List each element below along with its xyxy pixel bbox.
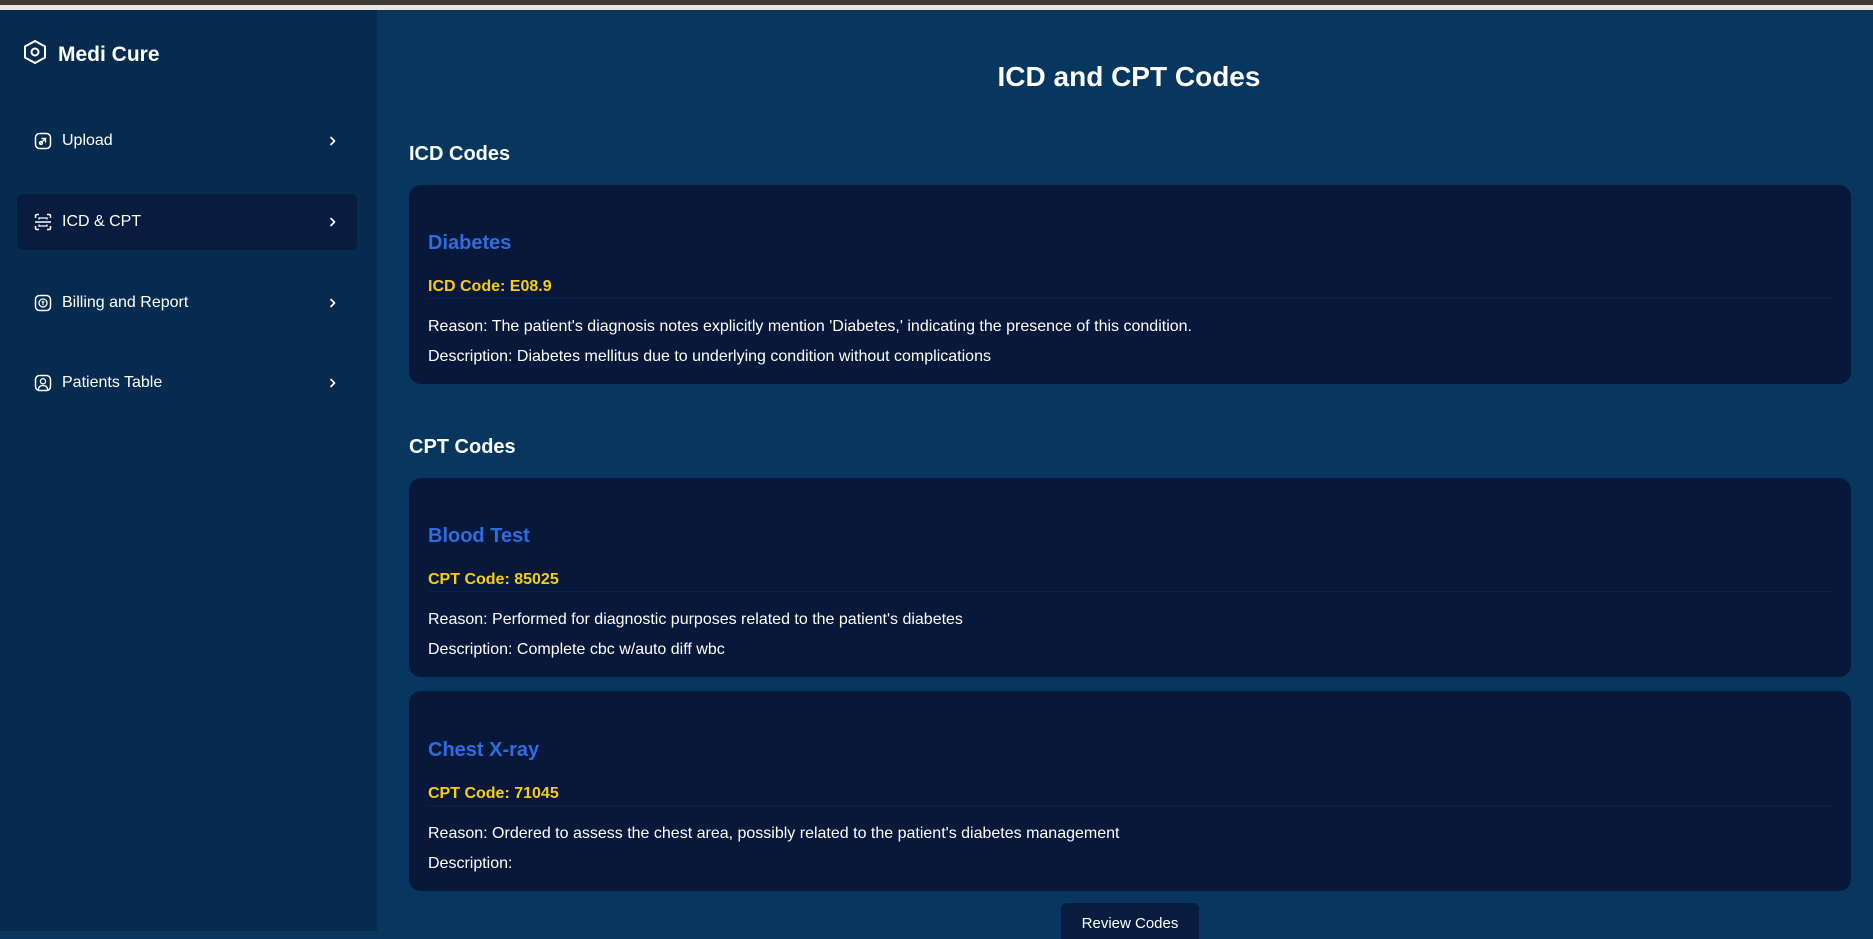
card-reason: Reason: Ordered to assess the chest area… [428, 825, 1120, 842]
sidebar-item-icd-cpt[interactable]: ICD & CPT [17, 194, 357, 250]
user-icon [33, 373, 53, 393]
billing-icon [33, 293, 53, 313]
cpt-section-title: CPT Codes [409, 436, 516, 458]
card-description: Description: [428, 855, 513, 872]
cpt-code-card: Chest X-ray CPT Code: 71045 Reason: Orde… [409, 691, 1851, 891]
icd-code-card: Diabetes ICD Code: E08.9 Reason: The pat… [409, 185, 1851, 384]
card-procedure-name: Blood Test [428, 525, 530, 547]
chevron-right-icon [327, 216, 339, 228]
sidebar-item-upload[interactable]: Upload [17, 113, 357, 169]
icd-code-label: ICD Code: E08.9 [428, 278, 552, 295]
page-title: ICD and CPT Codes [997, 61, 1261, 92]
chevron-right-icon [327, 377, 339, 389]
cpt-code-label: CPT Code: 85025 [428, 571, 559, 588]
sidebar-item-label: Billing and Report [62, 294, 189, 311]
chevron-right-icon [327, 297, 339, 309]
sidebar-item-label: Upload [62, 132, 113, 149]
sidebar-item-patients[interactable]: Patients Table [17, 355, 357, 411]
app-name: Medi Cure [58, 42, 160, 66]
sidebar: Medi Cure Upload ICD & CPT Billing and R… [0, 10, 377, 931]
sidebar-item-billing[interactable]: Billing and Report [17, 275, 357, 331]
card-reason: Reason: The patient's diagnosis notes ex… [428, 318, 1192, 335]
sidebar-item-label: ICD & CPT [62, 213, 142, 230]
card-description: Description: Complete cbc w/auto diff wb… [428, 641, 725, 658]
card-divider [428, 591, 1832, 592]
scan-icon [33, 212, 53, 232]
card-condition-name: Diabetes [428, 232, 512, 254]
card-description: Description: Diabetes mellitus due to un… [428, 348, 991, 365]
app-logo[interactable]: Medi Cure [22, 39, 160, 70]
hexagon-logo-icon [22, 39, 48, 70]
review-codes-button[interactable]: Review Codes [1061, 903, 1199, 939]
sidebar-item-label: Patients Table [62, 374, 163, 391]
cpt-code-card: Blood Test CPT Code: 85025 Reason: Perfo… [409, 478, 1851, 677]
icd-section-title: ICD Codes [409, 143, 511, 165]
card-divider [428, 805, 1832, 806]
upload-icon [33, 131, 53, 151]
chevron-right-icon [327, 135, 339, 147]
card-reason: Reason: Performed for diagnostic purpose… [428, 611, 963, 628]
card-divider [428, 298, 1832, 299]
main-content: ICD and CPT Codes ICD Codes Diabetes ICD… [377, 10, 1873, 939]
cpt-code-label: CPT Code: 71045 [428, 785, 559, 802]
card-procedure-name: Chest X-ray [428, 739, 540, 761]
